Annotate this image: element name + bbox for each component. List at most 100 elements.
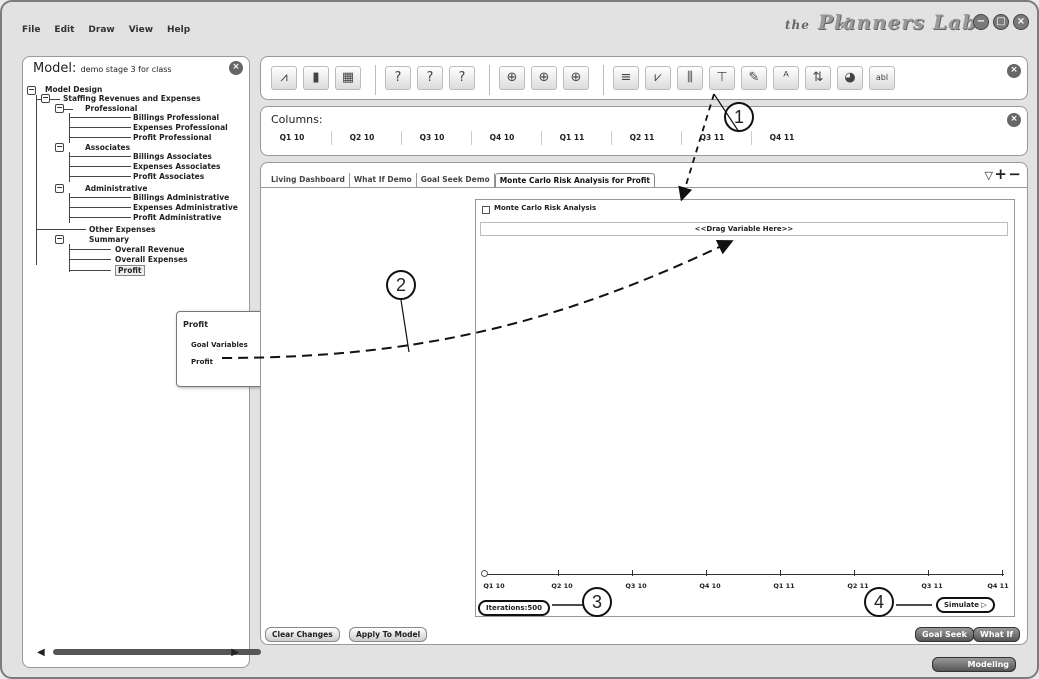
collapse-icon[interactable]: − (55, 235, 64, 244)
report-icon[interactable]: ≡ (613, 66, 639, 90)
column-chip[interactable]: Q4 10 (471, 133, 533, 142)
tab-goal-seek-demo[interactable]: Goal Seek Demo (417, 173, 495, 187)
callout-2: 2 (386, 270, 416, 300)
tab-dropdown-icon[interactable]: ▽ (985, 169, 993, 182)
column-chip[interactable]: Q3 11 (681, 133, 743, 142)
close-icon[interactable]: × (1007, 64, 1021, 78)
simulate-button[interactable]: Simulate ▷ (936, 597, 995, 613)
goal-seek-button[interactable]: Goal Seek (915, 627, 974, 642)
abc-chart-icon[interactable]: ᴬ (773, 66, 799, 90)
table-goal-icon[interactable]: ⊕ (563, 66, 589, 90)
menu-edit[interactable]: Edit (54, 25, 74, 35)
iterations-field[interactable]: Iterations:500 (478, 600, 550, 616)
tree-node[interactable]: Billings Administrative (133, 193, 229, 202)
column-chip[interactable]: Q1 11 (541, 133, 603, 142)
pie-chart-icon[interactable]: ◕ (837, 66, 863, 90)
tree-node[interactable]: Profit Professional (133, 133, 211, 142)
popup-section-label: Goal Variables (191, 341, 248, 349)
table-icon[interactable]: ▦ (335, 66, 361, 90)
column-chip[interactable]: Q2 10 (331, 133, 393, 142)
tab-what-if-demo[interactable]: What If Demo (350, 173, 417, 187)
tab-monte-carlo[interactable]: Monte Carlo Risk Analysis for Profit (494, 173, 655, 187)
line-chart-icon[interactable]: ⩘ (271, 66, 297, 90)
apply-to-model-button[interactable]: Apply To Model (349, 627, 428, 642)
callout-4: 4 (864, 587, 894, 617)
bar-chart-whatif-icon[interactable]: ? (417, 66, 443, 90)
line-chart-whatif-icon[interactable]: ? (385, 66, 411, 90)
tree-node[interactable]: Billings Professional (133, 113, 219, 122)
text-label-icon[interactable]: abl (869, 66, 895, 90)
tree-chart-icon[interactable]: ⊤ (709, 66, 735, 90)
axis-tick (928, 570, 929, 576)
collapse-icon[interactable]: − (41, 94, 50, 103)
minimize-icon[interactable]: − (973, 14, 989, 30)
tree-node[interactable]: Other Expenses (89, 225, 155, 234)
menu-help[interactable]: Help (167, 25, 190, 35)
what-if-button[interactable]: What If (973, 627, 1020, 642)
tree-node[interactable]: Profit Associates (133, 172, 204, 181)
callout-3: 3 (582, 587, 612, 617)
tree-node[interactable]: Summary (89, 235, 129, 244)
dashboard-panel: Living Dashboard What If Demo Goal Seek … (260, 162, 1028, 645)
drag-variable-target[interactable]: <<Drag Variable Here>> (480, 222, 1008, 236)
goal-variable-profit[interactable]: Profit (191, 358, 213, 366)
monte-carlo-window: Monte Carlo Risk Analysis <<Drag Variabl… (475, 199, 1015, 617)
tree-node[interactable]: Associates (85, 143, 130, 152)
callout-1: 1 (724, 102, 754, 132)
remove-tab-icon[interactable]: − (1008, 165, 1021, 183)
line-chart-goal-icon[interactable]: ⊕ (499, 66, 525, 90)
horizontal-scrollbar[interactable] (53, 649, 261, 655)
menu-file[interactable]: File (22, 25, 40, 35)
slider-handle[interactable] (481, 570, 488, 577)
scroll-left-icon[interactable]: ◀ (37, 647, 45, 658)
bar-chart-icon[interactable]: ▮ (303, 66, 329, 90)
close-icon[interactable]: × (1013, 14, 1029, 30)
tree-node[interactable]: Staffing Revenues and Expenses (63, 94, 201, 103)
tree-node[interactable]: Billings Associates (133, 152, 212, 161)
checkbox[interactable] (482, 206, 490, 214)
add-tab-icon[interactable]: + (994, 165, 1007, 183)
tab-bar: Living Dashboard What If Demo Goal Seek … (267, 173, 655, 187)
axis-tick (706, 570, 707, 576)
columns-panel: Columns: × Q1 10 Q2 10 Q3 10 Q4 10 Q1 11… (260, 106, 1028, 156)
collapse-icon[interactable]: − (27, 86, 36, 95)
menu-draw[interactable]: Draw (88, 25, 114, 35)
edit-chart-icon[interactable]: ✎ (741, 66, 767, 90)
tree-node[interactable]: Professional (85, 104, 137, 113)
bar-chart-goal-icon[interactable]: ⊕ (531, 66, 557, 90)
modeling-button[interactable]: Modeling (932, 657, 1016, 672)
tree-node[interactable]: Expenses Associates (133, 162, 220, 171)
axis-label: Q4 10 (699, 582, 721, 590)
collapse-icon[interactable]: − (55, 143, 64, 152)
flow-chart-icon[interactable]: ⇅ (805, 66, 831, 90)
tree-node[interactable]: Model Design (45, 85, 102, 94)
tree-node[interactable]: Expenses Administrative (133, 203, 238, 212)
tree-node[interactable]: Expenses Professional (133, 123, 228, 132)
scroll-right-icon[interactable]: ▶ (231, 647, 239, 658)
popup-title: Profit (183, 320, 209, 329)
column-chip[interactable]: Q1 10 (261, 133, 323, 142)
tree-node[interactable]: Overall Expenses (115, 255, 188, 264)
collapse-icon[interactable]: − (55, 104, 64, 113)
column-chip[interactable]: Q4 11 (751, 133, 813, 142)
maximize-icon[interactable]: □ (993, 14, 1009, 30)
axis-tick (632, 570, 633, 576)
axis-label: Q4 11 (987, 582, 1009, 590)
tree-node-selected[interactable]: Profit (115, 265, 145, 276)
monte-carlo-icon[interactable]: ⩗ (645, 66, 671, 90)
column-chip[interactable]: Q3 10 (401, 133, 463, 142)
tree-node[interactable]: Profit Administrative (133, 213, 222, 222)
close-icon[interactable]: × (229, 61, 243, 75)
tree-node[interactable]: Overall Revenue (115, 245, 184, 254)
menu-view[interactable]: View (129, 25, 153, 35)
tab-living-dashboard[interactable]: Living Dashboard (267, 173, 350, 187)
clear-changes-button[interactable]: Clear Changes (265, 627, 340, 642)
table-whatif-icon[interactable]: ? (449, 66, 475, 90)
collapse-icon[interactable]: − (55, 184, 64, 193)
axis-label: Q2 10 (551, 582, 573, 590)
model-title: Model: demo stage 3 for class (33, 61, 172, 76)
tree-node[interactable]: Administrative (85, 184, 147, 193)
column-chip[interactable]: Q2 11 (611, 133, 673, 142)
close-icon[interactable]: × (1007, 113, 1021, 127)
bar-comparison-icon[interactable]: ⫼ (677, 66, 703, 90)
